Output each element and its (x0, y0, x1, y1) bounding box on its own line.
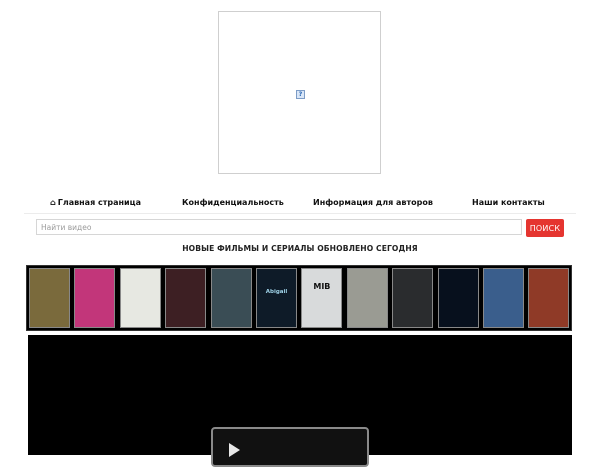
nav-privacy-link[interactable]: Конфиденциальность (182, 198, 284, 207)
play-button[interactable] (211, 427, 369, 467)
movie-poster[interactable] (29, 268, 70, 328)
movie-poster[interactable] (119, 268, 161, 328)
poster-title: MIB (313, 282, 331, 291)
poster-strip: Abigail MIB (26, 265, 572, 331)
poster-title: Abigail (265, 289, 288, 295)
broken-image-icon: ? (296, 90, 305, 99)
home-icon: ⌂ (50, 198, 56, 207)
nav-authors-link[interactable]: Информация для авторов (313, 198, 433, 207)
movie-poster[interactable] (392, 268, 434, 328)
nav-divider (24, 213, 576, 214)
nav-home-link[interactable]: ⌂ Главная страница (50, 198, 141, 207)
search-input[interactable] (36, 219, 522, 235)
nav-contacts-link[interactable]: Наши контакты (472, 198, 545, 207)
main-nav: ⌂ Главная страница Конфиденциальность Инф… (24, 196, 576, 212)
movie-poster[interactable] (437, 268, 479, 328)
play-icon (229, 443, 240, 457)
search-button[interactable]: ПОИСК (526, 219, 564, 237)
movie-poster[interactable] (165, 268, 207, 328)
movie-poster[interactable] (483, 268, 524, 328)
section-heading: НОВЫЕ ФИЛЬМЫ И СЕРИАЛЫ ОБНОВЛЕНО СЕГОДНЯ (182, 244, 418, 253)
movie-poster[interactable]: Abigail (256, 268, 297, 328)
movie-poster[interactable] (210, 268, 252, 328)
movie-poster[interactable] (74, 268, 116, 328)
banner-placeholder[interactable]: ? (218, 11, 381, 174)
movie-poster[interactable]: MIB (301, 268, 343, 328)
movie-poster[interactable] (346, 268, 388, 328)
movie-poster[interactable] (528, 268, 570, 328)
